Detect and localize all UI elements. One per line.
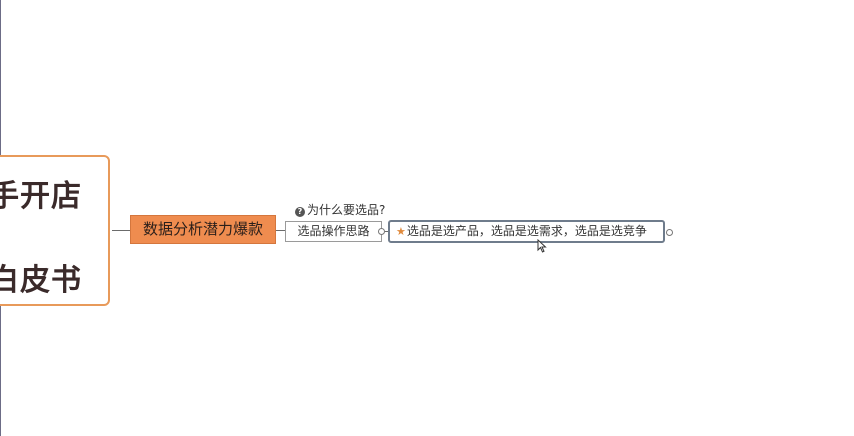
- star-icon: ★: [396, 225, 406, 238]
- central-topic-line-1: 手开店: [0, 179, 82, 214]
- sub-topic-note-text: 为什么要选品?: [307, 203, 386, 217]
- mouse-pointer-icon: [537, 239, 547, 253]
- sub-topic-collapse-handle[interactable]: [378, 228, 385, 235]
- leaf-topic-text: 选品是选产品，选品是选需求，选品是选竞争: [406, 224, 647, 238]
- central-topic-line-2: 白皮书: [0, 263, 82, 298]
- leaf-topic-collapse-handle[interactable]: [666, 229, 673, 236]
- mindmap-canvas: 手开店 白皮书 数据分析潜力爆款 ? 为什么要选品? 选品操作思路 ★选品是选产品…: [0, 0, 854, 436]
- help-icon: ?: [295, 207, 305, 217]
- connector-root-to-main: [112, 230, 130, 231]
- main-topic[interactable]: 数据分析潜力爆款: [130, 215, 276, 244]
- leaf-topic[interactable]: ★选品是选产品，选品是选需求，选品是选竞争: [388, 220, 665, 243]
- sub-topic-note[interactable]: ? 为什么要选品?: [295, 203, 385, 217]
- connector-main-to-sub: [276, 230, 285, 231]
- central-topic[interactable]: 手开店 白皮书: [0, 155, 110, 306]
- sub-topic[interactable]: 选品操作思路: [285, 221, 382, 242]
